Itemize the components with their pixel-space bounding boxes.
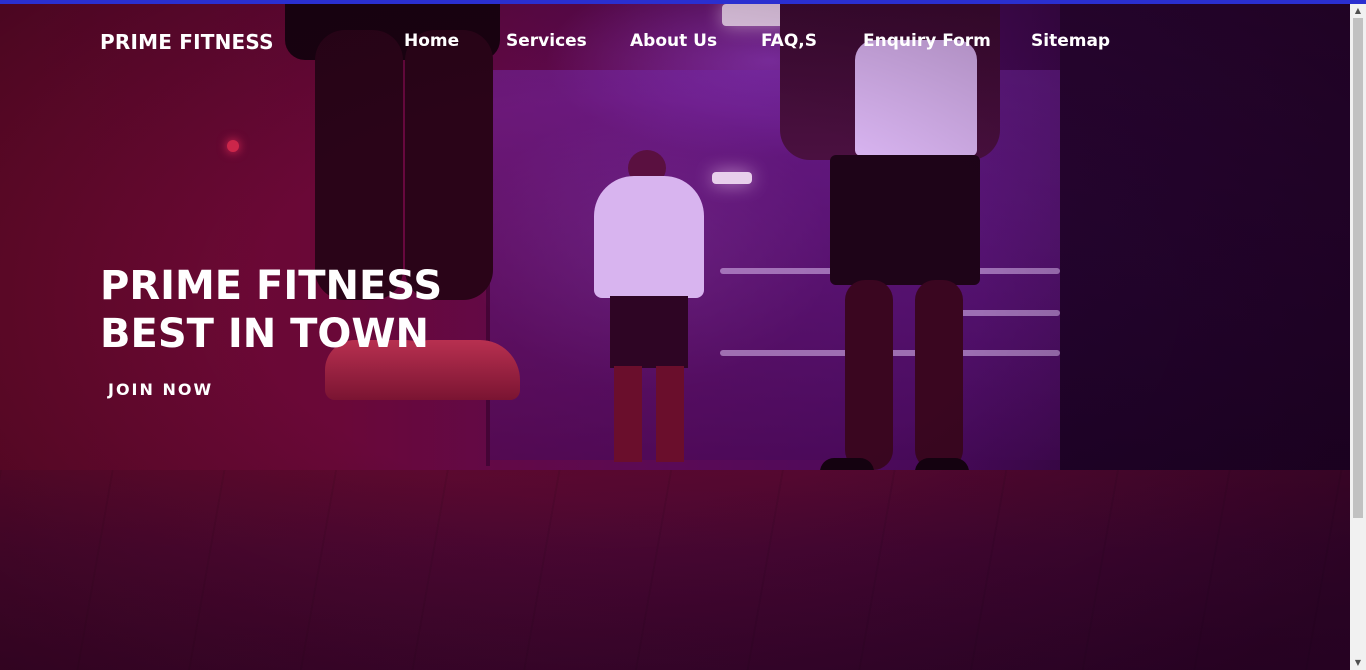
- scroll-down-icon[interactable]: ▼: [1350, 656, 1366, 670]
- nav-about-us[interactable]: About Us: [630, 31, 717, 51]
- nav-services[interactable]: Services: [506, 31, 587, 51]
- nav-home[interactable]: Home: [404, 31, 459, 51]
- hero-heading-line-1: PRIME FITNESS: [100, 263, 443, 309]
- page-scrollbar[interactable]: ▲ ▼: [1350, 4, 1366, 670]
- nav-sitemap[interactable]: Sitemap: [1031, 31, 1110, 51]
- nav-enquiry-form[interactable]: Enquiry Form: [863, 31, 991, 51]
- scrollbar-thumb[interactable]: [1353, 18, 1363, 518]
- hero-heading: PRIME FITNESS BEST IN TOWN: [100, 262, 442, 358]
- main-navbar: PRIME FITNESS Home Services About Us FAQ…: [0, 4, 1350, 76]
- hero-heading-line-2: BEST IN TOWN: [100, 311, 430, 357]
- brand-logo[interactable]: PRIME FITNESS: [100, 30, 274, 54]
- join-now-button[interactable]: JOIN NOW: [100, 374, 221, 405]
- nav-faqs[interactable]: FAQ,S: [761, 31, 817, 51]
- scroll-up-icon[interactable]: ▲: [1350, 4, 1366, 18]
